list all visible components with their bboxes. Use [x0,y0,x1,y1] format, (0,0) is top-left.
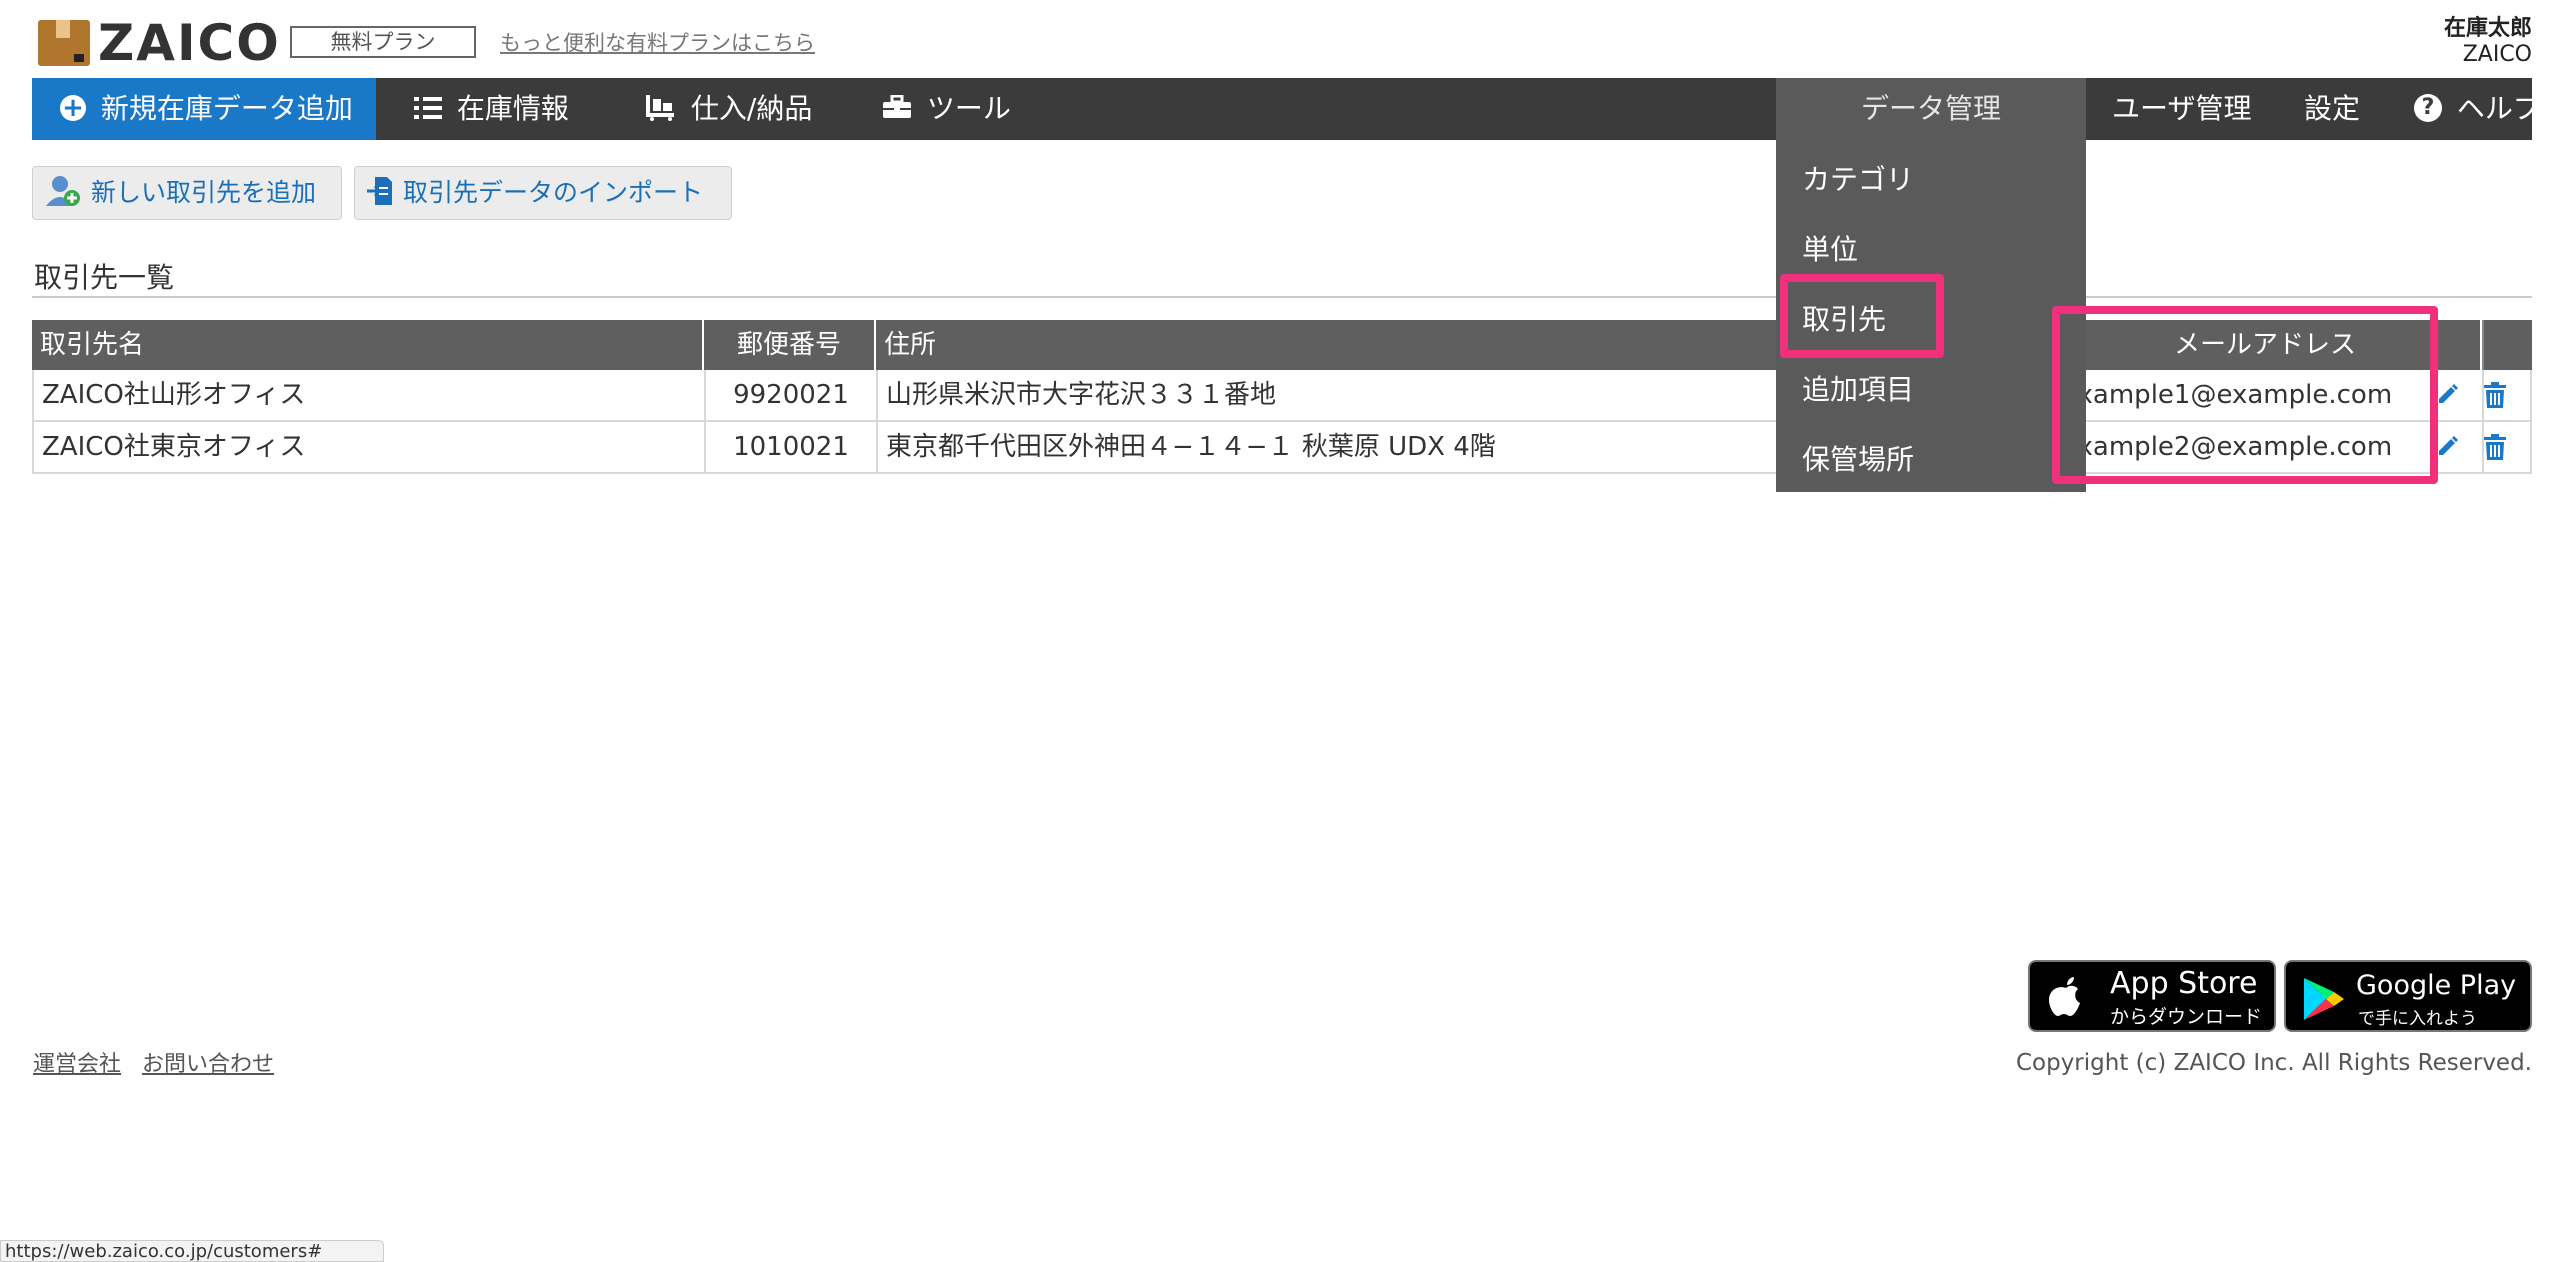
box-logo-icon [38,20,90,66]
section-divider [32,296,2532,298]
nav-user-management-label: ユーザ管理 [2112,92,2252,125]
cell-name: ZAICO社東京オフィス [32,422,704,474]
col-header-zip: 郵便番号 [704,320,874,370]
add-customer-button[interactable]: 新しい取引先を追加 [32,166,342,220]
nav-inventory-label: 在庫情報 [456,92,569,125]
nav-user-management[interactable]: ユーザ管理 [2112,78,2251,140]
zaico-logo[interactable]: ZAICO [38,14,281,72]
customer-list-title: 取引先一覧 [34,261,175,294]
cell-zip: 1010021 [704,422,876,474]
company-link[interactable]: 運営会社 [33,1046,121,1078]
nav-settings[interactable]: 設定 [2304,78,2360,140]
pencil-icon [2439,436,2458,455]
plan-badge: 無料プラン [290,26,476,58]
highlight-customer-menu [1780,274,1944,358]
app-store-title: App Store [2110,966,2258,1001]
menu-item-category[interactable]: カテゴリ [1802,158,1914,198]
pencil-icon [2439,384,2458,403]
nav-purchase-label: 仕入/納品 [690,92,813,125]
nav-settings-label: 設定 [2304,92,2361,125]
nav-data-management-label: データ管理 [1860,92,2001,125]
nav-purchase[interactable]: 仕入/納品 [644,78,812,140]
nav-data-management[interactable]: データ管理 [1776,78,2086,140]
cell-zip: 9920021 [704,370,876,422]
main-navbar: + 新規在庫データ追加 在庫情報 仕入/納品 ツール データ管理 ユーザ管理 設… [32,78,2541,140]
col-header-edit [2434,320,2480,370]
upgrade-link[interactable]: もっと便利な有料プランはこちら [500,27,815,57]
import-customer-button[interactable]: 取引先データのインポート [354,166,732,220]
nav-tools[interactable]: ツール [882,78,1011,140]
edit-button[interactable] [2434,422,2482,474]
nav-help-label: ヘルプ [2456,92,2541,125]
highlight-email-column [2052,306,2438,484]
dolly-icon [646,95,674,121]
contact-link[interactable]: お問い合わせ [142,1046,274,1078]
nav-tools-label: ツール [926,92,1011,125]
nav-add-new-item[interactable]: + 新規在庫データ追加 [32,78,376,140]
plus-circle-icon: + [60,95,86,121]
list-icon [414,97,442,119]
status-bar-url: https://web.zaico.co.jp/customers# [0,1240,384,1262]
import-customer-label: 取引先データのインポート [403,178,704,207]
col-header-delete [2482,320,2532,370]
apple-icon [2049,977,2080,1016]
toolbox-icon [883,95,911,118]
delete-button[interactable] [2482,370,2532,422]
header: ZAICO 無料プラン もっと便利な有料プランはこちら 在庫太郎 ZAICO [0,0,2560,78]
add-customer-label: 新しい取引先を追加 [91,178,317,207]
delete-button[interactable] [2482,422,2532,474]
google-play-icon [2304,978,2344,1020]
user-org: ZAICO [2462,42,2532,67]
logo-text: ZAICO [98,14,281,72]
google-play-title: Google Play [2356,970,2517,1001]
app-store-sub: からダウンロード [2110,1006,2263,1028]
google-play-sub: で手に入れよう [2358,1009,2477,1029]
question-circle-icon: ? [2414,94,2442,122]
nav-add-new-label: 新規在庫データ追加 [100,92,353,125]
user-name[interactable]: 在庫太郎 [2444,10,2532,42]
import-file-icon [367,177,392,205]
trash-icon [2484,434,2506,460]
menu-item-unit[interactable]: 単位 [1802,228,1858,268]
cell-name: ZAICO社山形オフィス [32,370,704,422]
nav-inventory[interactable]: 在庫情報 [414,78,569,140]
copyright-text: Copyright (c) ZAICO Inc. All Rights Rese… [2015,1050,2532,1076]
add-user-icon [46,176,80,206]
menu-item-custom-field[interactable]: 追加項目 [1802,368,1914,408]
google-play-badge[interactable]: Google Play で手に入れよう [2284,960,2532,1032]
col-header-name: 取引先名 [32,320,702,370]
trash-icon [2484,382,2506,408]
app-store-badge[interactable]: App Store からダウンロード [2028,960,2276,1032]
edit-button[interactable] [2434,370,2482,422]
nav-help[interactable]: ? ヘルプ [2414,78,2541,140]
menu-item-location[interactable]: 保管場所 [1802,438,1914,478]
